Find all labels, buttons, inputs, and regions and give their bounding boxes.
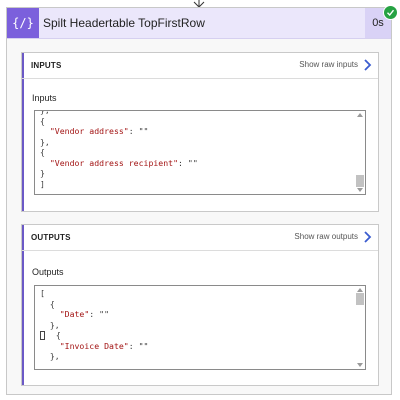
- code-line: {: [40, 298, 55, 309]
- outputs-scrollbar[interactable]: [356, 287, 364, 368]
- code-line: {: [40, 330, 148, 341]
- outputs-header-title: OUTPUTS: [31, 233, 71, 242]
- action-header[interactable]: {/} Spilt Headertable TopFirstRow 0s: [7, 8, 391, 39]
- show-raw-outputs-link[interactable]: Show raw outputs: [294, 232, 358, 241]
- code-line: {: [40, 147, 45, 157]
- outputs-code: [ { "Date": "" }, { "Invoice Date": "" }…: [40, 288, 148, 362]
- code-line: "Vendor address": "": [49, 126, 149, 136]
- show-raw-inputs-link[interactable]: Show raw inputs: [299, 60, 358, 69]
- inputs-code-view[interactable]: },{ "Vendor address": ""},{ "Vendor addr…: [34, 110, 366, 195]
- inputs-panel-header[interactable]: INPUTS Show raw inputs: [22, 53, 378, 79]
- code-line: "Date": "": [59, 309, 110, 319]
- outputs-label: Outputs: [32, 267, 64, 277]
- code-line: },: [40, 351, 60, 361]
- text-cursor: [40, 331, 45, 340]
- code-line: },: [40, 136, 50, 147]
- scroll-thumb[interactable]: [356, 175, 364, 187]
- scroll-down-icon[interactable]: [357, 363, 363, 367]
- inputs-panel: INPUTS Show raw inputs Inputs },{ "Vendo…: [21, 52, 379, 212]
- scroll-up-icon[interactable]: [357, 288, 363, 292]
- code-line: }: [40, 168, 45, 178]
- code-line: ]: [40, 178, 45, 189]
- inputs-header-title: INPUTS: [31, 61, 62, 70]
- chevron-right-icon[interactable]: [363, 58, 373, 72]
- code-line: "Vendor address recipient": "": [49, 157, 198, 168]
- code-line: {: [40, 115, 45, 126]
- inputs-scrollbar[interactable]: [356, 112, 364, 193]
- compose-action-icon: {/}: [7, 8, 39, 38]
- code-line: },: [40, 319, 60, 330]
- success-check-icon: [383, 5, 398, 20]
- action-card: {/} Spilt Headertable TopFirstRow 0s INP…: [6, 5, 398, 395]
- scroll-thumb[interactable]: [356, 293, 364, 305]
- scroll-up-icon[interactable]: [357, 113, 363, 117]
- outputs-panel: OUTPUTS Show raw outputs Outputs [ { "Da…: [21, 224, 379, 386]
- scroll-down-icon[interactable]: [357, 188, 363, 192]
- inputs-label: Inputs: [32, 93, 57, 103]
- chevron-right-icon[interactable]: [363, 230, 373, 244]
- action-title: Spilt Headertable TopFirstRow: [43, 16, 205, 30]
- outputs-panel-header[interactable]: OUTPUTS Show raw outputs: [22, 225, 378, 251]
- inputs-code: },{ "Vendor address": ""},{ "Vendor addr…: [40, 111, 198, 189]
- code-line: [: [40, 288, 45, 298]
- outputs-code-view[interactable]: [ { "Date": "" }, { "Invoice Date": "" }…: [34, 285, 366, 370]
- code-line: "Invoice Date": "": [59, 340, 149, 351]
